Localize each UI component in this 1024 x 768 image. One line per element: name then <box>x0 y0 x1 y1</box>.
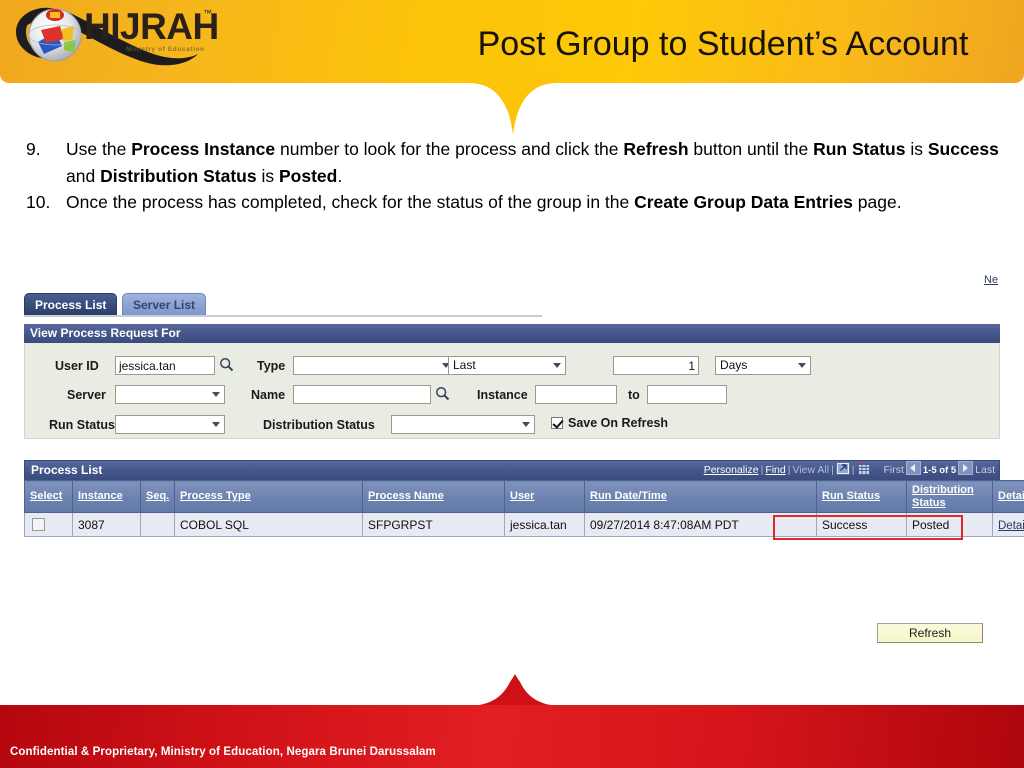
row-select-checkbox[interactable] <box>32 518 45 532</box>
refresh-button[interactable]: Refresh <box>877 623 983 643</box>
table-header-row: Select Instance Seq. Process Type Proces… <box>24 479 1024 514</box>
cell-process-name: SFPGRPST <box>362 512 505 538</box>
chevron-down-icon <box>798 363 806 368</box>
user-id-lookup-icon[interactable] <box>219 357 234 372</box>
label-run-status: Run Status <box>49 418 115 432</box>
name-lookup-icon[interactable] <box>435 386 450 401</box>
cell-user: jessica.tan <box>504 512 585 538</box>
label-name: Name <box>251 388 286 402</box>
pager-first-link[interactable]: First <box>883 464 903 476</box>
col-run-status[interactable]: Run Status <box>816 479 907 514</box>
distribution-status-select[interactable] <box>391 415 535 434</box>
server-select[interactable] <box>115 385 225 404</box>
cell-run-status: Success <box>816 512 907 538</box>
details-link[interactable]: Details <box>998 520 1024 532</box>
label-distribution-status: Distribution Status <box>263 418 375 432</box>
cell-details[interactable]: Details <box>992 512 1024 538</box>
cell-run-datetime: 09/27/2014 8:47:08AM PDT <box>584 512 817 538</box>
download-icon[interactable] <box>835 462 850 475</box>
logo-tagline: Ministry of Education <box>126 46 205 53</box>
col-instance[interactable]: Instance <box>72 479 141 514</box>
label-server: Server <box>67 388 106 402</box>
instruction-steps: 9. Use the Process Instance number to lo… <box>22 136 1004 216</box>
find-link[interactable]: Find <box>765 464 785 476</box>
step-text-10: Once the process has completed, check fo… <box>66 192 902 213</box>
col-distribution-status[interactable]: Distribution Status <box>906 479 993 514</box>
pager-prev-button[interactable] <box>905 461 921 475</box>
tab-process-list[interactable]: Process List <box>24 293 118 315</box>
step-number: 9. <box>26 139 41 159</box>
grid-title-bar: Process List Personalize | Find | View All | |… <box>24 460 1000 480</box>
col-process-type[interactable]: Process Type <box>174 479 363 514</box>
cell-select[interactable] <box>24 512 73 538</box>
spreadsheet-icon[interactable] <box>857 462 871 475</box>
cell-process-type: COBOL SQL <box>174 512 363 538</box>
slide-footer-band: Confidential & Proprietary, Ministry of … <box>0 705 1024 768</box>
logo-trademark: ™ <box>203 8 212 18</box>
step-item: 10. Once the process has completed, chec… <box>22 189 1004 216</box>
footer-confidentiality-text: Confidential & Proprietary, Ministry of … <box>10 746 436 758</box>
process-list-table: Select Instance Seq. Process Type Proces… <box>24 479 1024 538</box>
type-select[interactable] <box>293 356 455 375</box>
page-title: Post Group to Student’s Account <box>477 25 969 63</box>
step-item: 9. Use the Process Instance number to lo… <box>22 136 1004 189</box>
grid-pager: First 1-5 of 5 Last <box>873 461 995 476</box>
pager-last-link[interactable]: Last <box>975 464 995 476</box>
grid-action-links: Personalize | Find | View All | | First 1-5 of … <box>704 461 995 480</box>
table-row: 3087 COBOL SQL SFPGRPST jessica.tan 09/2… <box>24 512 1024 538</box>
pager-range: 1-5 of 5 <box>922 465 957 476</box>
save-on-refresh-row[interactable]: Save On Refresh <box>551 416 668 430</box>
col-run-datetime[interactable]: Run Date/Time <box>584 479 817 514</box>
view-all-link[interactable]: View All <box>792 464 829 476</box>
chevron-down-icon <box>212 422 220 427</box>
process-list-grid: Process List Personalize | Find | View All | |… <box>24 460 1024 538</box>
filter-panel: User ID jessica.tan Type Last 1 Days Ser… <box>24 343 1000 439</box>
logo-wordmark: HIJRAH <box>84 6 219 47</box>
label-type: Type <box>257 359 286 373</box>
name-input[interactable] <box>293 385 431 404</box>
header-spire-ornament <box>468 78 558 138</box>
last-select-value: Last <box>453 358 476 372</box>
step-text-9: Use the Process Instance number to look … <box>66 139 999 186</box>
grid-title-label: Process List <box>31 463 103 477</box>
instance-to-input[interactable] <box>647 385 727 404</box>
pager-next-button[interactable] <box>958 461 974 475</box>
slide-header-band: HIJRAH ™ Ministry of Education Post Grou… <box>0 0 1024 83</box>
col-process-name[interactable]: Process Name <box>362 479 505 514</box>
col-details[interactable]: Details <box>992 479 1024 514</box>
cell-instance: 3087 <box>72 512 141 538</box>
save-on-refresh-label: Save On Refresh <box>568 416 669 430</box>
footer-spire-ornament <box>470 674 560 708</box>
save-on-refresh-checkbox[interactable] <box>551 417 563 429</box>
chevron-down-icon <box>553 363 561 368</box>
instance-from-input[interactable] <box>535 385 617 404</box>
days-unit-value: Days <box>720 358 748 372</box>
user-id-input[interactable]: jessica.tan <box>115 356 215 375</box>
days-count-input[interactable]: 1 <box>613 356 699 375</box>
personalize-link[interactable]: Personalize <box>704 464 759 476</box>
col-seq[interactable]: Seq. <box>140 479 175 514</box>
col-user[interactable]: User <box>504 479 585 514</box>
tab-server-list[interactable]: Server List <box>122 293 207 315</box>
step-number: 10. <box>26 192 51 213</box>
hijrah-logo: HIJRAH ™ Ministry of Education <box>8 2 223 80</box>
label-to: to <box>628 388 640 402</box>
chevron-down-icon <box>522 422 530 427</box>
new-window-link[interactable]: Ne <box>984 274 1000 286</box>
days-unit-select[interactable]: Days <box>715 356 811 375</box>
label-user-id: User ID <box>55 359 99 373</box>
label-instance: Instance <box>477 388 528 402</box>
cell-distribution-status: Posted <box>906 512 993 538</box>
section-header-view-process-request-for: View Process Request For <box>24 324 1000 343</box>
run-status-select[interactable] <box>115 415 225 434</box>
col-select[interactable]: Select <box>24 479 73 514</box>
chevron-down-icon <box>212 392 220 397</box>
cell-seq <box>140 512 175 538</box>
peoplesoft-screenshot: Ne Process List Server List View Process… <box>24 266 1024 643</box>
last-select[interactable]: Last <box>448 356 566 375</box>
